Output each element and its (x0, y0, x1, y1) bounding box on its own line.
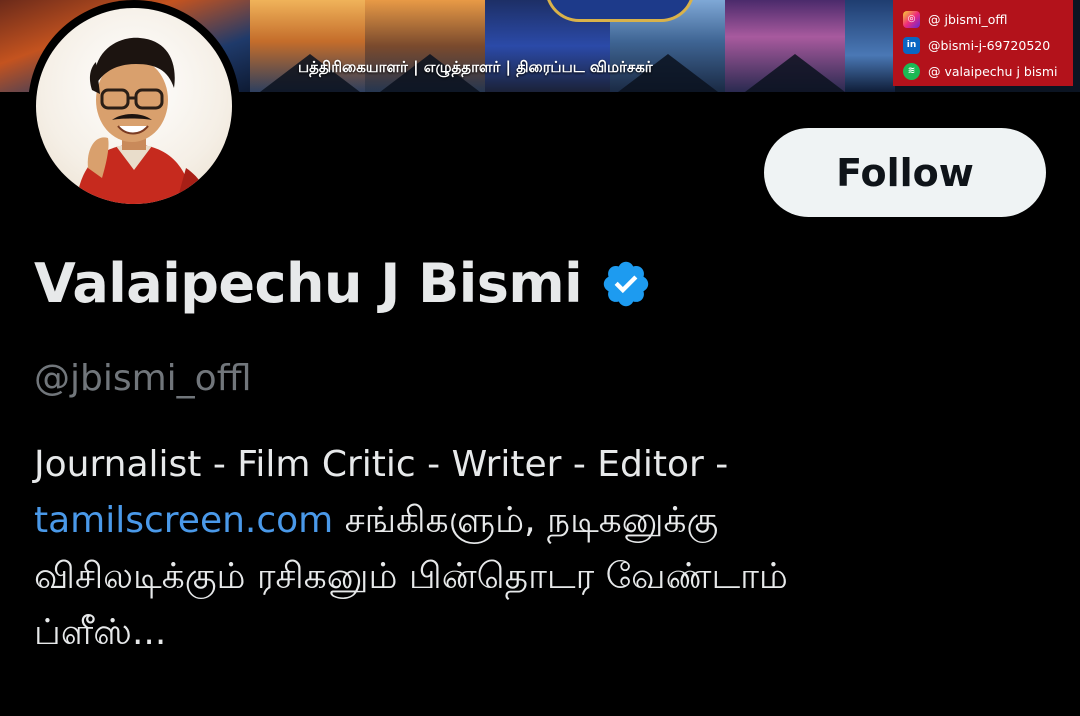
bio-line: ப்ளீஸ்... (34, 612, 167, 653)
profile-handle: @jbismi_offl (34, 358, 252, 399)
instagram-icon: ◎ (903, 10, 920, 28)
banner-social-row: in @bismi-j-69720520 (903, 32, 1073, 58)
banner-social-box: ◎ @ jbismi_offl in @bismi-j-69720520 ≋ @… (893, 0, 1073, 86)
banner-social-row: ◎ @ jbismi_offl (903, 6, 1073, 32)
banner-social-text: @ jbismi_offl (928, 11, 1008, 27)
banner-social-row: ≋ @ valaipechu j bismi (903, 58, 1073, 84)
bio-text: சங்கிகளும், நடிகனுக்கு (333, 500, 719, 541)
banner-panel (250, 0, 365, 92)
avatar[interactable] (36, 8, 232, 204)
profile-name-row: Valaipechu J Bismi (34, 252, 652, 315)
banner-panel (725, 0, 845, 92)
bio-website-link[interactable]: tamilscreen.com (34, 500, 333, 541)
banner-social-text: @bismi-j-69720520 (928, 37, 1051, 53)
banner-panel (845, 0, 895, 92)
verified-badge-icon[interactable] (600, 258, 652, 310)
follow-button[interactable]: Follow (764, 128, 1046, 217)
avatar-illustration (76, 37, 211, 204)
banner-tagline: பத்திரிகையாளர் | எழுத்தாளர் | திரைப்பட வ… (298, 58, 653, 76)
banner-panel (365, 0, 485, 92)
spotify-icon: ≋ (903, 62, 920, 80)
display-name: Valaipechu J Bismi (34, 252, 583, 315)
bio-line: Journalist - Film Critic - Writer - Edit… (34, 444, 729, 485)
banner-social-text: @ valaipechu j bismi (928, 63, 1058, 79)
banner-emblem (545, 0, 695, 22)
profile-bio: Journalist - Film Critic - Writer - Edit… (34, 437, 1054, 661)
bio-line: tamilscreen.com சங்கிகளும், நடிகனுக்கு (34, 493, 1054, 549)
bio-line: விசிலடிக்கும் ரசிகனும் பின்தொடர வேண்டாம் (34, 556, 788, 597)
linkedin-icon: in (903, 36, 920, 54)
